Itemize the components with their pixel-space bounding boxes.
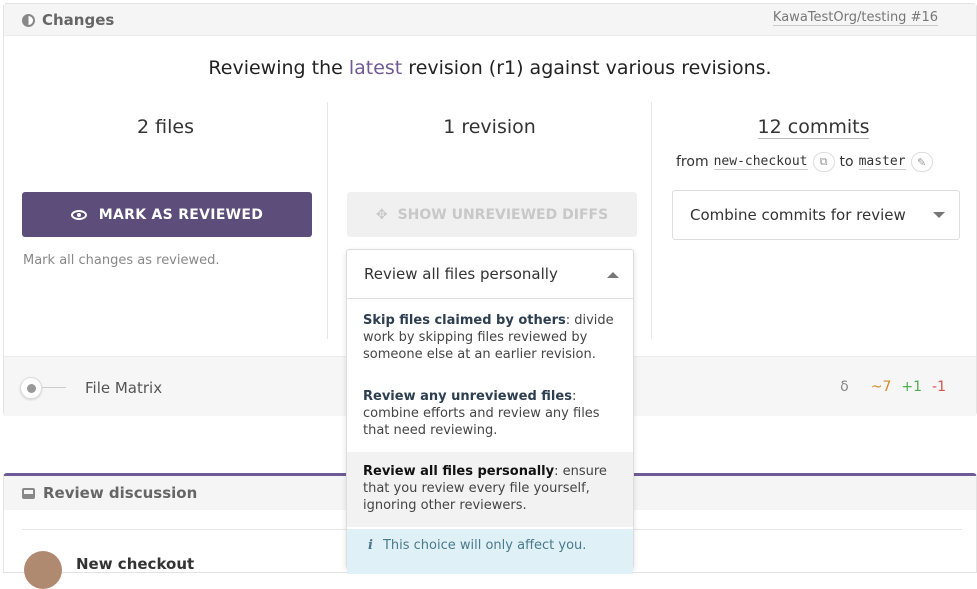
crosshair-icon: ✥ (375, 206, 388, 223)
headline-prefix: Reviewing the (208, 57, 349, 79)
from-branch[interactable]: new-checkout (713, 154, 808, 170)
to-branch[interactable]: master (858, 154, 906, 170)
mark-hint: Mark all changes as reviewed. (23, 253, 220, 268)
file-matrix-toggle[interactable] (20, 377, 70, 399)
toggle-track (42, 387, 66, 388)
eye-icon (70, 209, 87, 220)
chevron-up-icon (607, 272, 619, 278)
branch-range: from new-checkout ⧉ to master ✎ (676, 152, 933, 172)
toggle-knob (20, 377, 42, 399)
review-mode-option-skip-claimed[interactable]: Skip files claimed by others: divide wor… (347, 312, 633, 363)
changes-title[interactable]: Changes (22, 11, 114, 29)
show-unreviewed-label: SHOW UNREVIEWED DIFFS (397, 206, 609, 223)
deleted-count: -1 (932, 379, 946, 395)
from-label: from (676, 154, 709, 170)
revisions-count: 1 revision (443, 116, 536, 138)
to-label: to (839, 154, 854, 170)
mark-as-reviewed-button[interactable]: MARK AS REVIEWED (22, 192, 312, 237)
review-mode-selected[interactable]: Review all files personally (347, 250, 633, 299)
combine-commits-select[interactable]: Combine commits for review (672, 190, 960, 240)
changes-header: Changes KawaTestOrg/testing #16 (4, 4, 976, 36)
review-headline: Reviewing the latest revision (r1) again… (4, 57, 976, 79)
option-title: Review any unreviewed files (363, 389, 572, 404)
review-mode-option-any-unreviewed[interactable]: Review any unreviewed files: combine eff… (347, 388, 633, 439)
discussion-item-title[interactable]: New checkout (76, 555, 194, 573)
contrast-icon (22, 13, 35, 27)
file-matrix-label[interactable]: File Matrix (85, 379, 162, 397)
mark-as-reviewed-label: MARK AS REVIEWED (98, 206, 264, 223)
files-count: 2 files (137, 116, 194, 138)
inbox-icon (22, 487, 35, 499)
discussion-title[interactable]: Review discussion (22, 484, 197, 502)
edit-icon[interactable]: ✎ (910, 152, 933, 172)
show-unreviewed-diffs-button[interactable]: ✥ SHOW UNREVIEWED DIFFS (347, 192, 637, 237)
modified-count: ~7 (870, 379, 892, 395)
added-count: +1 (901, 379, 923, 395)
review-mode-note: i This choice will only affect you. (347, 529, 633, 574)
changes-title-text: Changes (42, 11, 115, 29)
review-mode-note-text: This choice will only affect you. (382, 538, 587, 553)
avatar[interactable] (24, 551, 62, 589)
delta-icon[interactable]: δ (840, 379, 849, 395)
commits-count-wrap: 12 commits (652, 116, 975, 139)
review-mode-selected-label: Review all files personally (364, 265, 558, 283)
option-title: Review all files personally (363, 464, 555, 479)
combine-commits-value: Combine commits for review (690, 206, 906, 224)
copy-icon[interactable]: ⧉ (812, 152, 835, 172)
chevron-down-icon (933, 212, 945, 218)
option-title: Skip files claimed by others (363, 313, 566, 328)
commits-count[interactable]: 12 commits (757, 116, 870, 139)
info-icon: i (368, 538, 373, 553)
discussion-title-text: Review discussion (43, 484, 198, 502)
change-summary: δ ~7 +1 -1 (840, 379, 946, 395)
repo-link[interactable]: KawaTestOrg/testing #16 (772, 10, 938, 26)
headline-suffix: revision (r1) against various revisions. (402, 57, 772, 79)
latest-revision-link[interactable]: latest (349, 57, 402, 79)
review-mode-option-all-personally[interactable]: Review all files personally: ensure that… (347, 452, 633, 527)
review-mode-dropdown[interactable]: Review all files personally Skip files c… (346, 249, 634, 574)
